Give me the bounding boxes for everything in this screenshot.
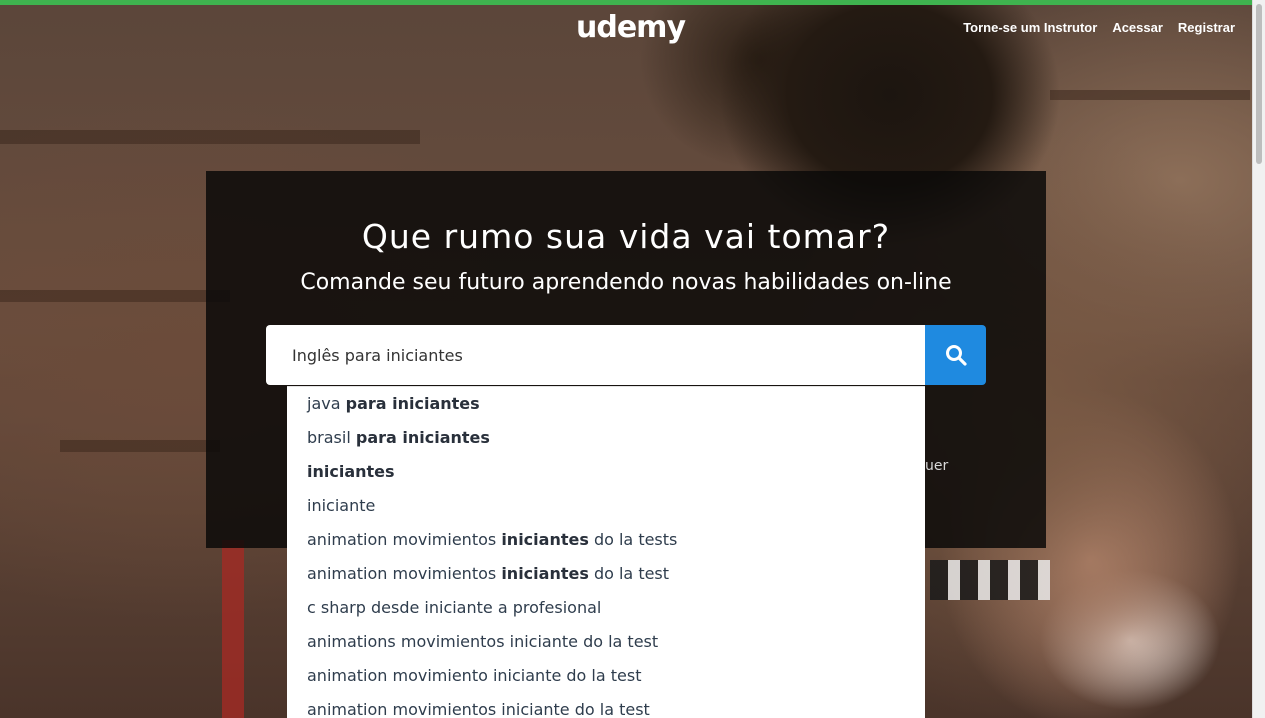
search-suggestion-item[interactable]: iniciante	[287, 489, 925, 523]
search-suggestions-dropdown: java para iniciantes brasil para iniciant…	[287, 386, 925, 718]
search-suggestion-item[interactable]: c sharp desde iniciante a profesional	[287, 591, 925, 625]
suggestion-match-text: para iniciantes	[355, 428, 490, 447]
suggestion-text: animation movimientos	[307, 564, 502, 583]
suggestion-text: animation movimientos	[307, 530, 502, 549]
suggestion-text: java	[307, 394, 346, 413]
suggestion-match-text: para iniciantes	[345, 394, 480, 413]
suggestion-match-text: iniciantes	[307, 462, 395, 481]
scrollbar-thumb[interactable]	[1256, 4, 1262, 164]
suggestion-text: do la test	[588, 564, 670, 583]
background-shelf	[1050, 90, 1250, 100]
background-shelf	[0, 130, 420, 144]
suggestion-text: do la tests	[588, 530, 678, 549]
hero-headline: Que rumo sua vida vai tomar?	[361, 217, 891, 256]
search-input[interactable]	[266, 325, 925, 385]
search-suggestion-item[interactable]: brasil para iniciantes	[287, 421, 925, 455]
obscured-hero-text: uer	[925, 458, 949, 474]
top-navigation: Torne-se um Instrutor Acessar Registrar	[963, 20, 1235, 35]
search-suggestion-item[interactable]: iniciantes	[287, 455, 925, 489]
background-red-object	[222, 540, 244, 718]
hero-subheadline: Comande seu futuro aprendendo novas habi…	[300, 270, 952, 295]
page: udemy Torne-se um Instrutor Acessar Regi…	[0, 0, 1265, 718]
search-suggestion-item[interactable]: animation movimientos iniciante do la te…	[287, 693, 925, 718]
search-suggestion-item[interactable]: animation movimientos iniciantes do la t…	[287, 557, 925, 591]
suggestion-match-text: iniciantes	[501, 530, 589, 549]
search-button[interactable]	[925, 325, 986, 385]
signup-link[interactable]: Registrar	[1178, 20, 1235, 35]
background-striped-shirt	[930, 560, 1050, 600]
page-scrollbar[interactable]	[1252, 0, 1265, 718]
search-suggestion-item[interactable]: animation movimiento iniciante do la tes…	[287, 659, 925, 693]
suggestion-text: brasil	[307, 428, 356, 447]
suggestion-text: c sharp desde iniciante a profesional	[307, 598, 602, 617]
suggestion-text: iniciante	[307, 496, 376, 515]
search-suggestion-item[interactable]: animation movimientos iniciantes do la t…	[287, 523, 925, 557]
suggestion-text: animations movimientos iniciante do la t…	[307, 632, 659, 651]
suggestion-text: animation movimientos iniciante do la te…	[307, 700, 650, 718]
become-instructor-link[interactable]: Torne-se um Instrutor	[963, 20, 1097, 35]
search-suggestion-item[interactable]: animations movimientos iniciante do la t…	[287, 625, 925, 659]
top-accent-bar	[0, 0, 1252, 5]
search-suggestion-item[interactable]: java para iniciantes	[287, 387, 925, 421]
udemy-logo[interactable]: udemy	[576, 10, 686, 45]
search-icon	[945, 345, 967, 366]
login-link[interactable]: Acessar	[1112, 20, 1163, 35]
background-shelf	[60, 440, 220, 452]
suggestion-match-text: iniciantes	[501, 564, 589, 583]
suggestion-text: animation movimiento iniciante do la tes…	[307, 666, 642, 685]
